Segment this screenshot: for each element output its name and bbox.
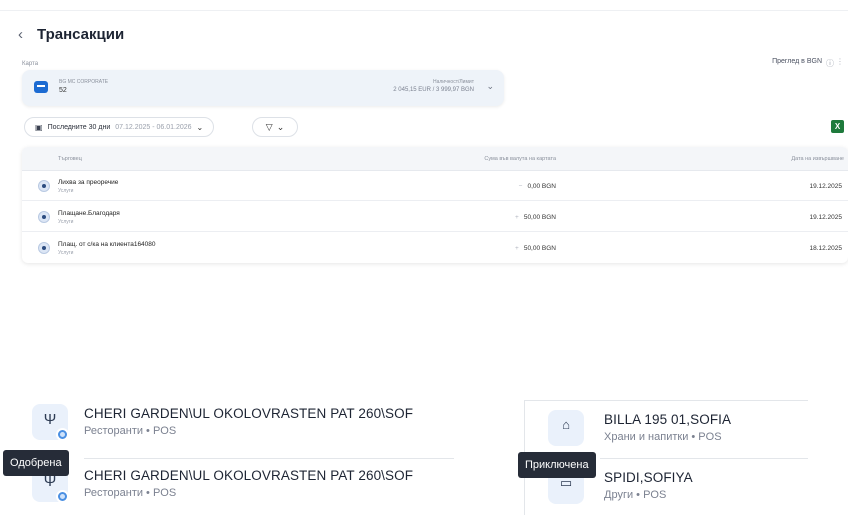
- card-available-label: Наличност/Лимит: [432, 79, 474, 85]
- table-header: Търговец Сума във валута на картата Дата…: [22, 147, 848, 171]
- status-tooltip-approved: Одобрена: [3, 450, 69, 476]
- info-icon[interactable]: ⓘ: [826, 58, 834, 69]
- service-icon: [38, 242, 50, 254]
- amount-sign: +: [515, 214, 519, 221]
- card-name: BG MC CORPORATE: [59, 79, 109, 85]
- page-header: ‹ Трансакции: [18, 26, 124, 43]
- period-dates: 07.12.2025 - 06.01.2026: [115, 123, 192, 131]
- status-badge-icon: [56, 428, 69, 441]
- service-icon: [38, 211, 50, 223]
- row-amount: +50,00 BGN: [515, 245, 556, 252]
- status-badge-icon: [56, 490, 69, 503]
- transactions-table: Търговец Сума във валута на картата Дата…: [22, 147, 848, 263]
- row-category: Услуги: [58, 219, 74, 225]
- excel-export-icon[interactable]: X: [831, 120, 844, 133]
- transaction-merchant: BILLA 195 01,SOFIA: [604, 412, 732, 427]
- column-merchant[interactable]: Търговец: [58, 156, 82, 162]
- chevron-down-icon: ⌄: [196, 122, 204, 132]
- transaction-category: Ресторанти • POS: [84, 487, 177, 499]
- row-date: 18.12.2025: [809, 245, 842, 252]
- amount-sign: +: [515, 245, 519, 252]
- transaction-merchant: CHERI GARDEN\UL OKOLOVRASTEN PAT 260\SOF: [84, 468, 414, 483]
- filter-button[interactable]: ▽ ⌄: [252, 117, 298, 137]
- top-divider: [0, 10, 848, 11]
- card-number: 52: [59, 87, 67, 94]
- transaction-merchant: CHERI GARDEN\UL OKOLOVRASTEN PAT 260\SOF: [84, 406, 414, 421]
- transaction-merchant: SPIDI,SOFIYA: [604, 470, 693, 485]
- card-available-value: 2 045,15 EUR / 3 999,97 BGN: [393, 87, 474, 93]
- row-amount: +50,00 BGN: [515, 214, 556, 221]
- table-row[interactable]: Плащане.Благодаря Услуги +50,00 BGN 19.1…: [22, 202, 848, 232]
- amount-value: 50,00 BGN: [523, 245, 556, 252]
- service-icon: [38, 180, 50, 192]
- transaction-category: Други • POS: [604, 489, 667, 501]
- amount-value: 50,00 BGN: [523, 214, 556, 221]
- column-date[interactable]: Дата на извършване: [791, 156, 844, 162]
- row-merchant: Плащ. от с/ка на клиента164080: [58, 241, 156, 248]
- row-category: Услуги: [58, 250, 74, 256]
- calendar-icon: ▣: [35, 122, 43, 132]
- table-row[interactable]: Плащ. от с/ка на клиента164080 Услуги +5…: [22, 233, 848, 263]
- card-section-label: Карта: [22, 61, 39, 67]
- card-selector[interactable]: BG MC CORPORATE 52 Наличност/Лимит 2 045…: [22, 70, 504, 106]
- row-date: 19.12.2025: [809, 214, 842, 221]
- transaction-item[interactable]: Ψ CHERI GARDEN\UL OKOLOVRASTEN PAT 260\S…: [32, 404, 462, 446]
- chevron-down-icon: ⌄: [276, 121, 285, 132]
- row-merchant: Плащане.Благодаря: [58, 210, 120, 217]
- amount-sign: −: [518, 183, 523, 190]
- row-merchant: Лихва за преоречие: [58, 179, 119, 186]
- shopping-bag-icon: ⌂: [548, 410, 584, 446]
- amount-value: 0,00 BGN: [527, 183, 556, 190]
- list-divider: [600, 458, 808, 459]
- funnel-icon: ▽: [265, 121, 273, 132]
- list-divider: [84, 458, 454, 459]
- column-amount[interactable]: Сума във валута на картата: [484, 156, 556, 162]
- page-title: Трансакции: [37, 26, 125, 43]
- row-category: Услуги: [58, 188, 74, 194]
- status-tooltip-completed: Приключена: [518, 452, 596, 478]
- more-options-icon[interactable]: ⋮: [836, 57, 844, 66]
- row-amount: −0,00 BGN: [519, 183, 556, 190]
- view-in-bgn-toggle[interactable]: Преглед в BGN: [772, 58, 822, 65]
- chevron-down-icon[interactable]: ⌄: [486, 81, 494, 92]
- transaction-item[interactable]: ⌂ BILLA 195 01,SOFIA Храни и напитки • P…: [548, 410, 838, 452]
- card-icon: [34, 81, 48, 93]
- table-row[interactable]: Лихва за преоречие Услуги −0,00 BGN 19.1…: [22, 171, 848, 201]
- transaction-category: Ресторанти • POS: [84, 425, 177, 437]
- panel-top-border: [524, 400, 808, 401]
- period-filter[interactable]: ▣ Последните 30 дни 07.12.2025 - 06.01.2…: [24, 117, 215, 137]
- transaction-category: Храни и напитки • POS: [604, 431, 722, 443]
- chevron-left-icon[interactable]: ‹: [18, 26, 23, 43]
- transaction-item[interactable]: Ψ CHERI GARDEN\UL OKOLOVRASTEN PAT 260\S…: [32, 466, 462, 508]
- row-date: 19.12.2025: [809, 183, 842, 190]
- period-label: Последните 30 дни: [47, 123, 111, 131]
